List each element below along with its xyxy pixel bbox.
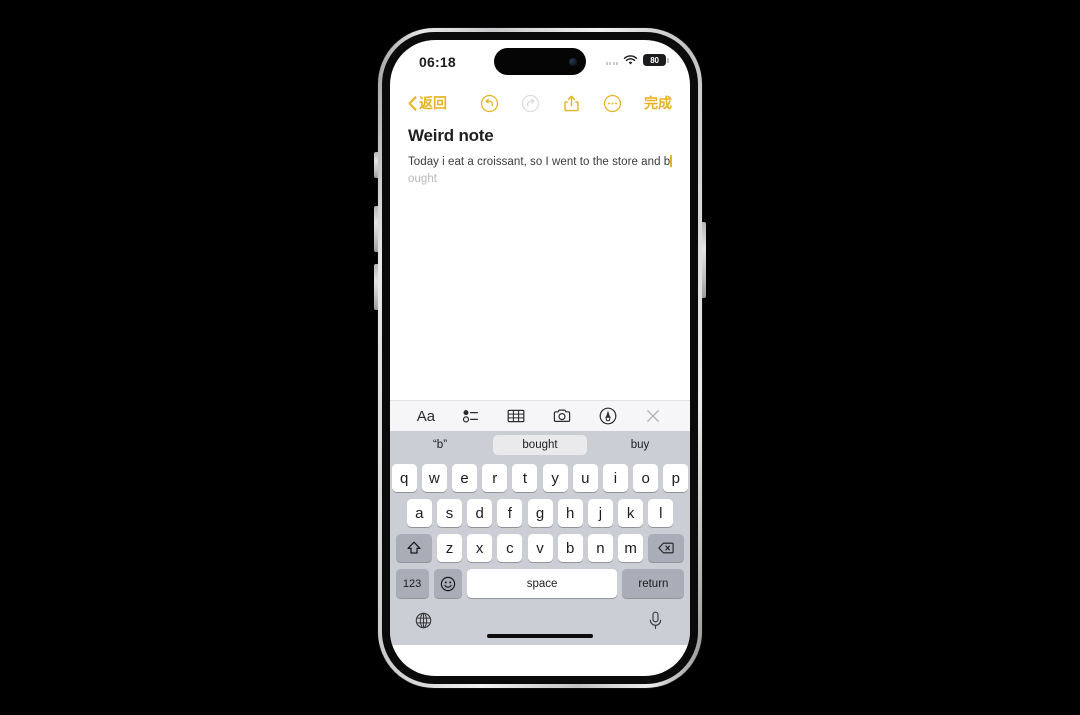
microphone-icon[interactable] <box>648 611 663 630</box>
screenshot-stage: 06:18 80 返回 完成 Weird note Today i eat a … <box>0 0 1080 715</box>
key-c[interactable]: c <box>497 534 523 562</box>
note-empty-area[interactable] <box>390 188 690 400</box>
key-z[interactable]: z <box>436 534 462 562</box>
key-a[interactable]: a <box>406 499 432 527</box>
key-n[interactable]: n <box>587 534 613 562</box>
home-indicator[interactable] <box>487 634 593 638</box>
share-icon[interactable] <box>562 94 581 113</box>
key-u[interactable]: u <box>572 464 598 492</box>
prediction-candidate-0[interactable]: “b” <box>393 435 487 455</box>
key-w[interactable]: w <box>421 464 447 492</box>
key-e[interactable]: e <box>452 464 478 492</box>
note-body-line1: Today i eat a croissant, so I went to th… <box>408 156 638 168</box>
key-t[interactable]: t <box>512 464 538 492</box>
front-camera-icon <box>569 57 577 66</box>
nav-tools: 完成 <box>480 93 672 113</box>
key-b[interactable]: b <box>557 534 583 562</box>
navigation-bar: 返回 完成 <box>390 86 690 120</box>
keyboard-row-3: z x c v b n m <box>393 534 687 562</box>
wifi-icon <box>623 54 638 65</box>
checklist-icon[interactable] <box>461 406 481 426</box>
key-v[interactable]: v <box>527 534 553 562</box>
keyboard-bottom-bar <box>393 605 687 645</box>
phone-frame: 06:18 80 返回 完成 Weird note Today i eat a … <box>378 28 702 688</box>
redo-icon <box>521 94 540 112</box>
prediction-candidate-1[interactable]: bought <box>493 435 587 455</box>
note-title[interactable]: Weird note <box>408 126 672 146</box>
backspace-key[interactable] <box>648 534 685 562</box>
note-inline-prediction: ought <box>408 173 438 185</box>
predictive-text-bar: “b” bought buy <box>390 431 690 459</box>
key-r[interactable]: r <box>482 464 508 492</box>
backspace-icon <box>658 542 674 554</box>
chevron-left-icon <box>408 95 417 111</box>
shift-icon <box>407 541 421 554</box>
close-icon[interactable] <box>643 406 663 426</box>
key-h[interactable]: h <box>557 499 583 527</box>
phone-screen: 06:18 80 返回 完成 Weird note Today i eat a … <box>390 40 690 676</box>
note-body-line2-typed: and b <box>641 156 671 168</box>
camera-icon[interactable] <box>552 406 572 426</box>
keyboard-row-4: 123 space return <box>393 569 687 598</box>
text-format-icon[interactable]: Aa <box>417 408 435 425</box>
prediction-candidate-2[interactable]: buy <box>593 435 687 455</box>
emoji-icon <box>440 576 455 591</box>
key-p[interactable]: p <box>663 464 689 492</box>
note-body[interactable]: Today i eat a croissant, so I went to th… <box>408 154 672 188</box>
key-f[interactable]: f <box>497 499 523 527</box>
keyboard-row-2: a s d f g h j k l <box>393 499 687 527</box>
space-key[interactable]: space <box>466 569 618 598</box>
back-button-label: 返回 <box>419 95 447 111</box>
return-key[interactable]: return <box>622 569 685 598</box>
globe-icon[interactable] <box>415 612 432 629</box>
back-button[interactable]: 返回 <box>408 93 447 113</box>
markup-pen-icon[interactable] <box>598 406 618 426</box>
status-bar: 06:18 80 <box>390 40 690 86</box>
emoji-key[interactable] <box>433 569 462 598</box>
undo-icon[interactable] <box>480 94 499 113</box>
dynamic-island <box>494 48 586 75</box>
key-d[interactable]: d <box>467 499 493 527</box>
note-editor[interactable]: Weird note Today i eat a croissant, so I… <box>390 120 690 188</box>
on-screen-keyboard: q w e r t y u i o p a s d f g h j k l z … <box>390 459 690 645</box>
cellular-signal-icon <box>605 56 618 65</box>
format-toolbar: Aa <box>390 400 690 431</box>
key-y[interactable]: y <box>542 464 568 492</box>
numbers-key[interactable]: 123 <box>395 569 429 598</box>
done-button[interactable]: 完成 <box>644 93 672 113</box>
key-j[interactable]: j <box>587 499 613 527</box>
shift-key[interactable] <box>395 534 432 562</box>
battery-level-label: 80 <box>650 55 659 65</box>
key-q[interactable]: q <box>391 464 417 492</box>
key-x[interactable]: x <box>467 534 493 562</box>
table-icon[interactable] <box>506 406 526 426</box>
key-m[interactable]: m <box>618 534 644 562</box>
key-o[interactable]: o <box>633 464 659 492</box>
key-i[interactable]: i <box>602 464 628 492</box>
status-bar-time: 06:18 <box>419 54 456 70</box>
key-g[interactable]: g <box>527 499 553 527</box>
key-k[interactable]: k <box>618 499 644 527</box>
battery-icon: 80 <box>643 54 669 66</box>
more-circle-icon[interactable] <box>603 94 622 113</box>
text-caret <box>670 155 672 167</box>
key-l[interactable]: l <box>648 499 674 527</box>
status-bar-indicators: 80 <box>605 54 669 66</box>
keyboard-row-1: q w e r t y u i o p <box>391 464 689 492</box>
key-s[interactable]: s <box>436 499 462 527</box>
